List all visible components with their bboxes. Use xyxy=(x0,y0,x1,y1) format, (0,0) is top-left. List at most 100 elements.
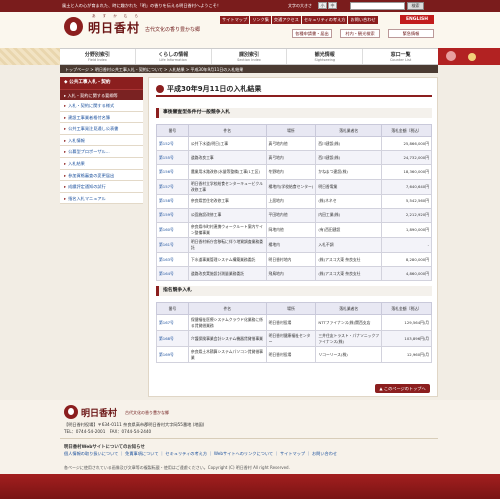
top-strip: 風土と人の心が育まれた、時に趣かれた「明」の香りを伝える明日香村へようこそ！ 文… xyxy=(0,0,500,12)
page-top-button[interactable]: ▲ このページのトップへ xyxy=(375,384,430,393)
english-button[interactable]: ENGLISH xyxy=(400,15,434,24)
cell-number: 第161号 xyxy=(156,236,189,253)
nav-life-info[interactable]: くらしの情報 Life Information xyxy=(136,49,212,64)
footer-links[interactable]: 個人情報の取り扱いについて ｜ 免責事項について ｜ セキュリティの考え方 ｜ … xyxy=(64,451,337,457)
utility-links: サイトマップ リンク集 交通アクセス セキュリティの考え方 お問い合わせ xyxy=(220,16,379,24)
page-title: 平成30年9月11日の入札結果 xyxy=(156,82,432,97)
cell-subject: 介護保険事業会計システム機器賃貸借事業 xyxy=(187,330,267,347)
footer-address: 【明日香村役場】〒634-0111 奈良県高市郡明日香村大字岡55番地 (地図) xyxy=(64,422,205,427)
nav-sightseeing[interactable]: 観光情報 Sightseeing xyxy=(287,49,364,64)
cell-amount: 1,890,000円 xyxy=(381,221,432,238)
site-tagline: 古代文化の香り豊かな郷 xyxy=(145,27,201,33)
col-subject: 件名 xyxy=(187,124,267,137)
font-medium-button[interactable]: 中 xyxy=(328,2,337,9)
cell-winner: (株)ネネセ xyxy=(315,193,383,209)
sidebar-item-evaluation[interactable]: ▸ 成績評定通知の試行 xyxy=(60,181,143,193)
cell-location: 真弓地内他 xyxy=(265,135,317,152)
cell-winner: 明日香電業 xyxy=(315,178,383,195)
cell-amount: 5,542,560円 xyxy=(381,193,432,209)
cell-amount: 7,640,640円 xyxy=(381,178,432,195)
cell-location: 岡地内他 xyxy=(265,221,317,238)
footer-tagline: 古代文化の香り豊かな郷 xyxy=(125,410,169,415)
breadcrumb-current: 平成30年9月11日の入札結果 xyxy=(190,67,244,72)
cell-number: 第160号 xyxy=(156,221,189,238)
cell-amount: 24,732,000円 xyxy=(381,150,432,166)
sidebar-item-ratings[interactable]: ▸ 建設工事業者格付名簿 xyxy=(60,111,143,124)
cell-location: 平田地内他 xyxy=(265,207,317,223)
search-input[interactable] xyxy=(350,2,405,10)
cell-location: 飛鳥地内 xyxy=(265,266,317,282)
cell-winner: 三井住友トラスト・パナソニックファイナンス(株) xyxy=(315,330,383,347)
breadcrumb-results[interactable]: 入札結果 xyxy=(169,67,185,72)
table-row: 第168号 介護保険事業会計システム機器賃貸借事業 明日香村健康福祉センター 三井住友… xyxy=(156,330,432,347)
chevron-right-icon: ▸ xyxy=(64,172,67,178)
access-link[interactable]: 交通アクセス xyxy=(271,16,301,24)
cell-location: 橘地内(学校給食センター) xyxy=(265,178,317,195)
cell-number: 第168号 xyxy=(156,330,189,347)
sidebar-item-outlook[interactable]: ▸ 公共工事発注見通し公表書 xyxy=(60,123,143,135)
table-row: 第159号 公園施設改修工事 平田地内他 内田工業(株) 2,212,920円 xyxy=(156,207,432,223)
security-link[interactable]: セキュリティの考え方 xyxy=(301,16,348,24)
nav-counter-list[interactable]: 窓口一覧 Counter List xyxy=(363,49,438,64)
cell-subject: 奈良県営住宅改修工事 xyxy=(187,193,267,209)
cell-winner: 入札不調 xyxy=(315,236,383,253)
sitemap-link[interactable]: サイトマップ xyxy=(220,16,250,24)
sidebar-item-forms[interactable]: ▸ 入札・契約に関する様式 xyxy=(60,100,143,112)
contact-link[interactable]: お問い合わせ xyxy=(348,16,378,24)
sidebar-item-manual[interactable]: ▸ 指名入札マニュアル xyxy=(60,192,143,205)
cell-amount: 12,960円/月 xyxy=(381,346,432,363)
sidebar-item-qualification[interactable]: ▸ 参加資格審査の変更届出 xyxy=(60,169,143,182)
table-row: 第163号 下水道事業管理システム構築業務委託 明日香村地内 (株)アスコ大東 奈良支… xyxy=(156,251,432,268)
cell-subject: 道路改良実施設計測量業務委託 xyxy=(187,266,267,282)
section-heading-designated: 指名競争入札 xyxy=(156,286,432,296)
sidebar-item-bid-info[interactable]: ▸ 入札情報 xyxy=(60,134,143,147)
cell-number: 第157号 xyxy=(156,178,189,195)
emergency-info-button[interactable]: 緊急情報 xyxy=(388,29,434,38)
table-row: 第157号 明日香村立学校給食センターキュービクル改修工事 橘地内(学校給食センター… xyxy=(156,178,432,195)
cell-location: 冬野地内 xyxy=(265,164,317,180)
sidebar-item-guidelines[interactable]: ▸ 入札・契約に関する要綱等 xyxy=(60,89,143,100)
cell-amount: 2,212,920円 xyxy=(381,207,432,223)
village-logo-icon[interactable] xyxy=(64,17,83,36)
sidebar-item-proposal[interactable]: ▸ 公募型プロポーザル... xyxy=(60,146,143,158)
table-row: 第160号 奈良県市町村連携ウォークルート案内サイン整備事業 岡地内他 (有)西田建設… xyxy=(156,221,432,238)
links-link[interactable]: リンク集 xyxy=(250,16,271,24)
cell-number: 第159号 xyxy=(156,207,189,223)
cell-winner: リコーリース(株) xyxy=(315,346,383,363)
cell-winner: NTTファイナンス(株)関西支店 xyxy=(315,314,383,331)
cell-subject: 公園施設改修工事 xyxy=(187,207,267,223)
sidebar-heading[interactable]: ◆ 公共工事入札・契約 xyxy=(60,77,143,89)
search-button[interactable]: 検索 xyxy=(407,2,424,10)
cell-number: 第164号 xyxy=(156,266,189,282)
cell-number: 第167号 xyxy=(156,314,189,331)
nav-field-index[interactable]: 分野別索引 Field Index xyxy=(60,49,136,64)
cell-winner: (有)西田建設 xyxy=(315,221,383,238)
cell-subject: 保健福祉医療システムクラウド化業務に係る賃貸借業務 xyxy=(187,314,267,331)
sidebar-item-results[interactable]: ▸ 入札結果 xyxy=(60,157,143,170)
cell-location: 明日香村役場 xyxy=(265,314,317,331)
cell-subject: 奈良県市町村連携ウォークルート案内サイン整備事業 xyxy=(187,221,267,238)
site-logo-name[interactable]: 明日香村 xyxy=(88,19,140,36)
breadcrumb: トップページ > 明日香村公共工事入札・契約について > 入札結果 > 平成30… xyxy=(60,65,438,73)
chevron-right-icon: ▸ xyxy=(64,184,67,190)
cell-number: 第158号 xyxy=(156,193,189,209)
cell-number: 第163号 xyxy=(156,251,189,268)
forms-button[interactable]: 各種申請書・届出 xyxy=(292,29,332,38)
village-search-button[interactable]: 村内・観光検索 xyxy=(340,29,380,38)
breadcrumb-home[interactable]: トップページ xyxy=(65,67,89,72)
footer-notice-heading: 明日香村Webサイトについてのお知らせ xyxy=(64,445,145,450)
footer-logo-icon xyxy=(64,405,78,419)
cell-winner: 西川建設(株) xyxy=(315,150,383,166)
breadcrumb-contracts[interactable]: 明日香村公共工事入札・契約について xyxy=(95,67,163,72)
table-row: 第164号 道路改良実施設計測量業務委託 飛鳥地内 (株)アスコ大東 奈良支社 4,86… xyxy=(156,266,432,282)
table-row: 第156号 農業用水路改修(水量等整備)工事(1工区) 冬野地内 かねまつ建設(株) 1… xyxy=(156,164,432,180)
font-small-button[interactable]: 小 xyxy=(318,2,327,9)
cell-winner: (株)アスコ大東 奈良支社 xyxy=(315,266,383,282)
cell-winner: 内田工業(株) xyxy=(315,207,383,223)
col-number: 番号 xyxy=(156,124,189,137)
nav-section-index[interactable]: 課別索引 Section Index xyxy=(212,49,288,64)
cell-winner: (株)アスコ大東 奈良支社 xyxy=(315,251,383,268)
cell-subject: 明日香村立学校給食センターキュービクル改修工事 xyxy=(187,178,267,195)
cell-amount: 18,360,000円 xyxy=(381,164,432,180)
welcome-text: 風土と人の心が育まれた、時に趣かれた「明」の香りを伝える明日香村へようこそ！ xyxy=(62,3,222,8)
